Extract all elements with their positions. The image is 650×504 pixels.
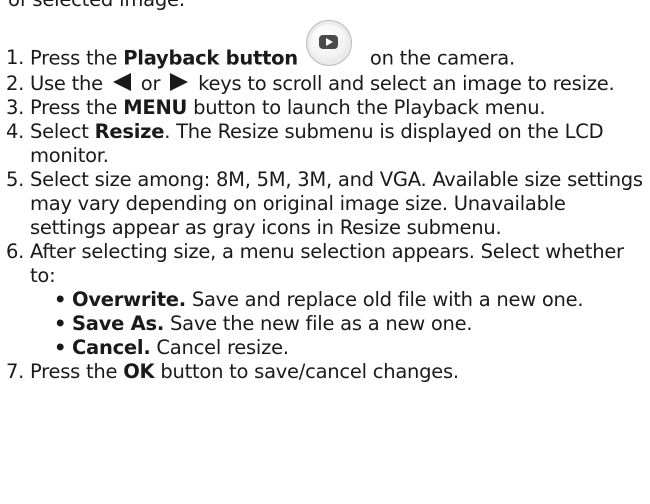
step-text: Select (30, 120, 95, 143)
resize-steps-list: 1. Press the Playback button on the came… (6, 20, 646, 384)
step-text: After selecting size, a menu selection a… (30, 240, 624, 287)
step-text: Press the (30, 96, 124, 119)
option-text: Save the new file as a new one. (164, 312, 473, 335)
play-triangle-icon (318, 35, 338, 49)
option-title: Cancel. (72, 336, 151, 359)
step-text: Press the (30, 46, 124, 70)
step-text: Press the (30, 360, 124, 383)
option-text: Cancel resize. (150, 336, 289, 359)
step-text: on the camera. (363, 46, 515, 70)
resize-label: Resize (94, 120, 165, 143)
option-save-as: Save As. Save the new file as a new one. (52, 312, 646, 336)
step-text: keys to scroll and select an image to re… (192, 72, 615, 95)
option-title: Overwrite. (72, 288, 186, 311)
right-arrow-key-icon (170, 73, 189, 91)
step-number: 5. (6, 168, 25, 191)
step-number: 1. (6, 46, 25, 69)
option-cancel: Cancel. Cancel resize. (52, 336, 646, 360)
step-4: 4. Select Resize. The Resize submenu is … (6, 120, 646, 168)
option-title: Save As. (72, 312, 165, 335)
step-text: button to launch the Playback menu. (187, 96, 546, 119)
step-number: 7. (6, 360, 25, 383)
step-number: 2. (6, 72, 25, 95)
step-text: button to save/cancel changes. (154, 360, 459, 383)
option-overwrite: Overwrite. Save and replace old file wit… (52, 288, 646, 312)
step-number: 4. (6, 120, 25, 143)
playback-button-label: Playback button (123, 46, 298, 70)
menu-button-label: MENU (123, 96, 188, 119)
cropped-previous-text: of selected image. (8, 0, 185, 14)
step-text: Select size among: 8M, 5M, 3M, and VGA. … (30, 168, 643, 239)
option-text: Save and replace old file with a new one… (185, 288, 584, 311)
step-text: or (134, 72, 167, 95)
step-number: 3. (6, 96, 25, 119)
playback-button-icon (305, 20, 352, 66)
left-arrow-key-icon (112, 73, 131, 91)
step-2: 2. Use the or keys to scroll and select … (6, 72, 646, 96)
manual-page: { "top_fragment": "of selected image.", … (0, 0, 650, 504)
save-options-list: Overwrite. Save and replace old file wit… (30, 288, 646, 360)
step-1: 1. Press the Playback button on the came… (6, 20, 646, 72)
step-6: 6. After selecting size, a menu selectio… (6, 240, 646, 360)
step-number: 6. (6, 240, 25, 263)
step-5: 5. Select size among: 8M, 5M, 3M, and VG… (6, 168, 646, 240)
step-3: 3. Press the MENU button to launch the P… (6, 96, 646, 120)
ok-button-label: OK (123, 360, 155, 383)
step-text: Use the (30, 72, 109, 95)
step-7: 7. Press the OK button to save/cancel ch… (6, 360, 646, 384)
